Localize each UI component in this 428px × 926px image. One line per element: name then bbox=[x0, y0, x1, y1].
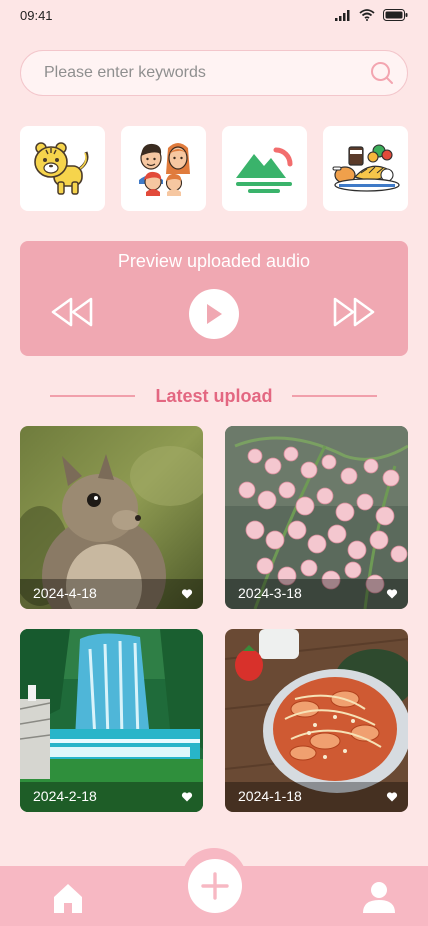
heart-icon[interactable] bbox=[181, 791, 193, 803]
signal-icon bbox=[335, 9, 350, 21]
battery-icon bbox=[383, 9, 408, 21]
audio-preview-card: Preview uploaded audio bbox=[20, 241, 408, 356]
family-icon bbox=[138, 142, 190, 196]
gallery-card[interactable]: 2024-2-18 bbox=[20, 629, 203, 812]
card-date: 2024-2-18 bbox=[33, 788, 97, 804]
play-button[interactable] bbox=[189, 289, 239, 339]
wifi-icon bbox=[359, 9, 375, 21]
gallery-card[interactable]: 2024-1-18 bbox=[225, 629, 408, 812]
rewind-icon[interactable] bbox=[50, 295, 94, 329]
card-date: 2024-1-18 bbox=[238, 788, 302, 804]
search-icon[interactable] bbox=[369, 60, 395, 86]
gallery-card[interactable]: 2024-3-18 bbox=[225, 426, 408, 609]
gallery-card[interactable]: 2024-4-18 bbox=[20, 426, 203, 609]
profile-icon[interactable] bbox=[362, 880, 396, 914]
app-screen: 09:41 Please enter keywords Preview uplo… bbox=[0, 0, 428, 926]
card-date: 2024-4-18 bbox=[33, 585, 97, 601]
add-button[interactable] bbox=[188, 859, 242, 913]
fast-forward-icon[interactable] bbox=[332, 295, 376, 329]
heart-icon[interactable] bbox=[181, 588, 193, 600]
latest-upload-header: Latest upload bbox=[0, 384, 428, 408]
category-tiger[interactable] bbox=[20, 126, 105, 211]
add-icon bbox=[201, 872, 229, 900]
card-date: 2024-3-18 bbox=[238, 585, 302, 601]
category-family[interactable] bbox=[121, 126, 206, 211]
divider-right bbox=[292, 395, 377, 397]
category-row bbox=[20, 126, 408, 211]
heart-icon[interactable] bbox=[386, 588, 398, 600]
home-icon[interactable] bbox=[51, 881, 85, 915]
food-icon bbox=[332, 143, 400, 192]
status-icons bbox=[335, 9, 408, 21]
tiger-icon bbox=[33, 141, 88, 195]
search-bar[interactable] bbox=[20, 50, 408, 96]
play-icon bbox=[207, 304, 222, 324]
status-bar: 09:41 bbox=[0, 0, 428, 32]
search-input[interactable] bbox=[44, 64, 369, 82]
status-time: 09:41 bbox=[20, 8, 53, 23]
heart-icon[interactable] bbox=[386, 791, 398, 803]
category-landscape[interactable] bbox=[222, 126, 307, 211]
category-food[interactable] bbox=[323, 126, 408, 211]
mountain-sun-icon bbox=[235, 147, 292, 193]
audio-title: Preview uploaded audio bbox=[117, 251, 311, 271]
